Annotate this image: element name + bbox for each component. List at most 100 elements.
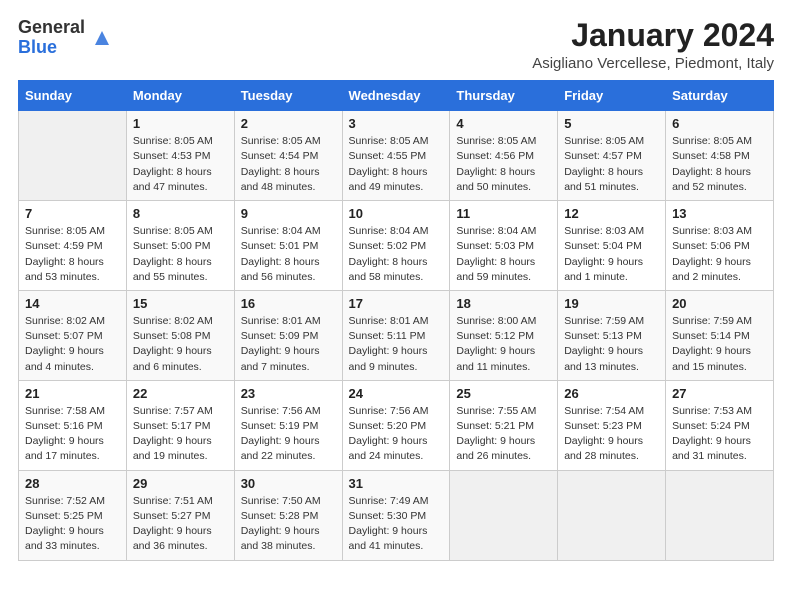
day-number: 26 bbox=[564, 386, 659, 401]
calendar-cell bbox=[558, 470, 666, 560]
calendar-cell: 1 Sunrise: 8:05 AMSunset: 4:53 PMDaylight… bbox=[126, 111, 234, 201]
day-info: Sunrise: 8:03 AMSunset: 5:06 PMDaylight:… bbox=[672, 224, 767, 285]
calendar-cell: 14 Sunrise: 8:02 AMSunset: 5:07 PMDayligh… bbox=[19, 290, 127, 380]
calendar-cell: 12 Sunrise: 8:03 AMSunset: 5:04 PMDayligh… bbox=[558, 201, 666, 291]
day-number: 22 bbox=[133, 386, 228, 401]
calendar-week-row: 7Sunrise: 8:05 AMSunset: 4:59 PMDaylight… bbox=[19, 201, 774, 291]
calendar-cell bbox=[666, 470, 774, 560]
calendar-cell: 15 Sunrise: 8:02 AMSunset: 5:08 PMDayligh… bbox=[126, 290, 234, 380]
day-info: Sunrise: 8:04 AMSunset: 5:01 PMDaylight:… bbox=[241, 224, 336, 285]
day-info: Sunrise: 7:56 AMSunset: 5:20 PMDaylight:… bbox=[349, 404, 444, 465]
weekday-header-sunday: Sunday bbox=[19, 81, 127, 111]
calendar-cell bbox=[19, 111, 127, 201]
day-number: 15 bbox=[133, 296, 228, 311]
weekday-header-saturday: Saturday bbox=[666, 81, 774, 111]
day-number: 3 bbox=[349, 116, 444, 131]
day-info: Sunrise: 7:57 AMSunset: 5:17 PMDaylight:… bbox=[133, 404, 228, 465]
logo-general: General bbox=[18, 17, 85, 37]
day-info: Sunrise: 7:49 AMSunset: 5:30 PMDaylight:… bbox=[349, 494, 444, 555]
title-block: January 2024 Asigliano Vercellese, Piedm… bbox=[532, 18, 774, 72]
day-number: 24 bbox=[349, 386, 444, 401]
calendar-cell: 23 Sunrise: 7:56 AMSunset: 5:19 PMDayligh… bbox=[234, 380, 342, 470]
day-number: 28 bbox=[25, 476, 120, 491]
day-info: Sunrise: 7:53 AMSunset: 5:24 PMDaylight:… bbox=[672, 404, 767, 465]
calendar-cell: 10 Sunrise: 8:04 AMSunset: 5:02 PMDayligh… bbox=[342, 201, 450, 291]
day-info: Sunrise: 8:02 AMSunset: 5:08 PMDaylight:… bbox=[133, 314, 228, 375]
day-number: 29 bbox=[133, 476, 228, 491]
weekday-header-friday: Friday bbox=[558, 81, 666, 111]
day-info: Sunrise: 7:51 AMSunset: 5:27 PMDaylight:… bbox=[133, 494, 228, 555]
calendar-cell: 6Sunrise: 8:05 AMSunset: 4:58 PMDaylight… bbox=[666, 111, 774, 201]
calendar-cell: 19Sunrise: 7:59 AMSunset: 5:13 PMDayligh… bbox=[558, 290, 666, 380]
day-number: 31 bbox=[349, 476, 444, 491]
day-info: Sunrise: 8:02 AMSunset: 5:07 PMDaylight:… bbox=[25, 314, 120, 375]
day-info: Sunrise: 8:01 AMSunset: 5:11 PMDaylight:… bbox=[349, 314, 444, 375]
logo-blue: Blue bbox=[18, 37, 57, 57]
calendar-cell: 8 Sunrise: 8:05 AMSunset: 5:00 PMDaylight… bbox=[126, 201, 234, 291]
calendar-cell: 11 Sunrise: 8:04 AMSunset: 5:03 PMDayligh… bbox=[450, 201, 558, 291]
day-number: 27 bbox=[672, 386, 767, 401]
day-info: Sunrise: 8:05 AMSunset: 4:56 PMDaylight:… bbox=[456, 134, 551, 195]
calendar-cell: 16Sunrise: 8:01 AMSunset: 5:09 PMDayligh… bbox=[234, 290, 342, 380]
day-number: 5 bbox=[564, 116, 659, 131]
day-info: Sunrise: 7:56 AMSunset: 5:19 PMDaylight:… bbox=[241, 404, 336, 465]
day-number: 13 bbox=[672, 206, 767, 221]
day-info: Sunrise: 8:04 AMSunset: 5:03 PMDaylight:… bbox=[456, 224, 551, 285]
day-info: Sunrise: 8:05 AMSunset: 4:54 PMDaylight:… bbox=[241, 134, 336, 195]
calendar-cell: 18Sunrise: 8:00 AMSunset: 5:12 PMDayligh… bbox=[450, 290, 558, 380]
calendar-cell: 29 Sunrise: 7:51 AMSunset: 5:27 PMDayligh… bbox=[126, 470, 234, 560]
day-number: 23 bbox=[241, 386, 336, 401]
weekday-header-thursday: Thursday bbox=[450, 81, 558, 111]
weekday-header-wednesday: Wednesday bbox=[342, 81, 450, 111]
day-number: 6 bbox=[672, 116, 767, 131]
day-info: Sunrise: 8:03 AMSunset: 5:04 PMDaylight:… bbox=[564, 224, 659, 285]
calendar-subtitle: Asigliano Vercellese, Piedmont, Italy bbox=[532, 55, 774, 72]
calendar-title: January 2024 bbox=[532, 18, 774, 53]
day-number: 21 bbox=[25, 386, 120, 401]
calendar-cell: 13 Sunrise: 8:03 AMSunset: 5:06 PMDayligh… bbox=[666, 201, 774, 291]
day-info: Sunrise: 8:01 AMSunset: 5:09 PMDaylight:… bbox=[241, 314, 336, 375]
weekday-header-monday: Monday bbox=[126, 81, 234, 111]
day-info: Sunrise: 8:04 AMSunset: 5:02 PMDaylight:… bbox=[349, 224, 444, 285]
day-number: 14 bbox=[25, 296, 120, 311]
day-info: Sunrise: 8:00 AMSunset: 5:12 PMDaylight:… bbox=[456, 314, 551, 375]
calendar-cell: 4 Sunrise: 8:05 AMSunset: 4:56 PMDaylight… bbox=[450, 111, 558, 201]
calendar-cell: 26Sunrise: 7:54 AMSunset: 5:23 PMDayligh… bbox=[558, 380, 666, 470]
calendar-cell: 17 Sunrise: 8:01 AMSunset: 5:11 PMDayligh… bbox=[342, 290, 450, 380]
day-info: Sunrise: 8:05 AMSunset: 5:00 PMDaylight:… bbox=[133, 224, 228, 285]
calendar-cell: 21Sunrise: 7:58 AMSunset: 5:16 PMDayligh… bbox=[19, 380, 127, 470]
weekday-header-tuesday: Tuesday bbox=[234, 81, 342, 111]
calendar-cell: 30Sunrise: 7:50 AMSunset: 5:28 PMDayligh… bbox=[234, 470, 342, 560]
calendar-cell: 27 Sunrise: 7:53 AMSunset: 5:24 PMDayligh… bbox=[666, 380, 774, 470]
day-number: 4 bbox=[456, 116, 551, 131]
day-number: 7 bbox=[25, 206, 120, 221]
calendar-week-row: 21Sunrise: 7:58 AMSunset: 5:16 PMDayligh… bbox=[19, 380, 774, 470]
day-number: 30 bbox=[241, 476, 336, 491]
day-number: 25 bbox=[456, 386, 551, 401]
calendar-cell: 22 Sunrise: 7:57 AMSunset: 5:17 PMDayligh… bbox=[126, 380, 234, 470]
day-number: 9 bbox=[241, 206, 336, 221]
day-number: 10 bbox=[349, 206, 444, 221]
calendar-cell bbox=[450, 470, 558, 560]
day-number: 12 bbox=[564, 206, 659, 221]
day-number: 1 bbox=[133, 116, 228, 131]
calendar-cell: 31 Sunrise: 7:49 AMSunset: 5:30 PMDayligh… bbox=[342, 470, 450, 560]
calendar-week-row: 1 Sunrise: 8:05 AMSunset: 4:53 PMDaylight… bbox=[19, 111, 774, 201]
calendar-cell: 2 Sunrise: 8:05 AMSunset: 4:54 PMDaylight… bbox=[234, 111, 342, 201]
day-number: 11 bbox=[456, 206, 551, 221]
day-info: Sunrise: 7:59 AMSunset: 5:14 PMDaylight:… bbox=[672, 314, 767, 375]
day-info: Sunrise: 7:55 AMSunset: 5:21 PMDaylight:… bbox=[456, 404, 551, 465]
calendar-table: SundayMondayTuesdayWednesdayThursdayFrid… bbox=[18, 80, 774, 560]
calendar-cell: 9 Sunrise: 8:04 AMSunset: 5:01 PMDaylight… bbox=[234, 201, 342, 291]
day-number: 2 bbox=[241, 116, 336, 131]
day-info: Sunrise: 7:59 AMSunset: 5:13 PMDaylight:… bbox=[564, 314, 659, 375]
day-number: 17 bbox=[349, 296, 444, 311]
calendar-cell: 7Sunrise: 8:05 AMSunset: 4:59 PMDaylight… bbox=[19, 201, 127, 291]
day-number: 8 bbox=[133, 206, 228, 221]
logo-icon bbox=[91, 27, 113, 49]
calendar-cell: 3Sunrise: 8:05 AMSunset: 4:55 PMDaylight… bbox=[342, 111, 450, 201]
day-info: Sunrise: 7:52 AMSunset: 5:25 PMDaylight:… bbox=[25, 494, 120, 555]
calendar-week-row: 28 Sunrise: 7:52 AMSunset: 5:25 PMDayligh… bbox=[19, 470, 774, 560]
day-info: Sunrise: 8:05 AMSunset: 4:53 PMDaylight:… bbox=[133, 134, 228, 195]
calendar-week-row: 14 Sunrise: 8:02 AMSunset: 5:07 PMDayligh… bbox=[19, 290, 774, 380]
